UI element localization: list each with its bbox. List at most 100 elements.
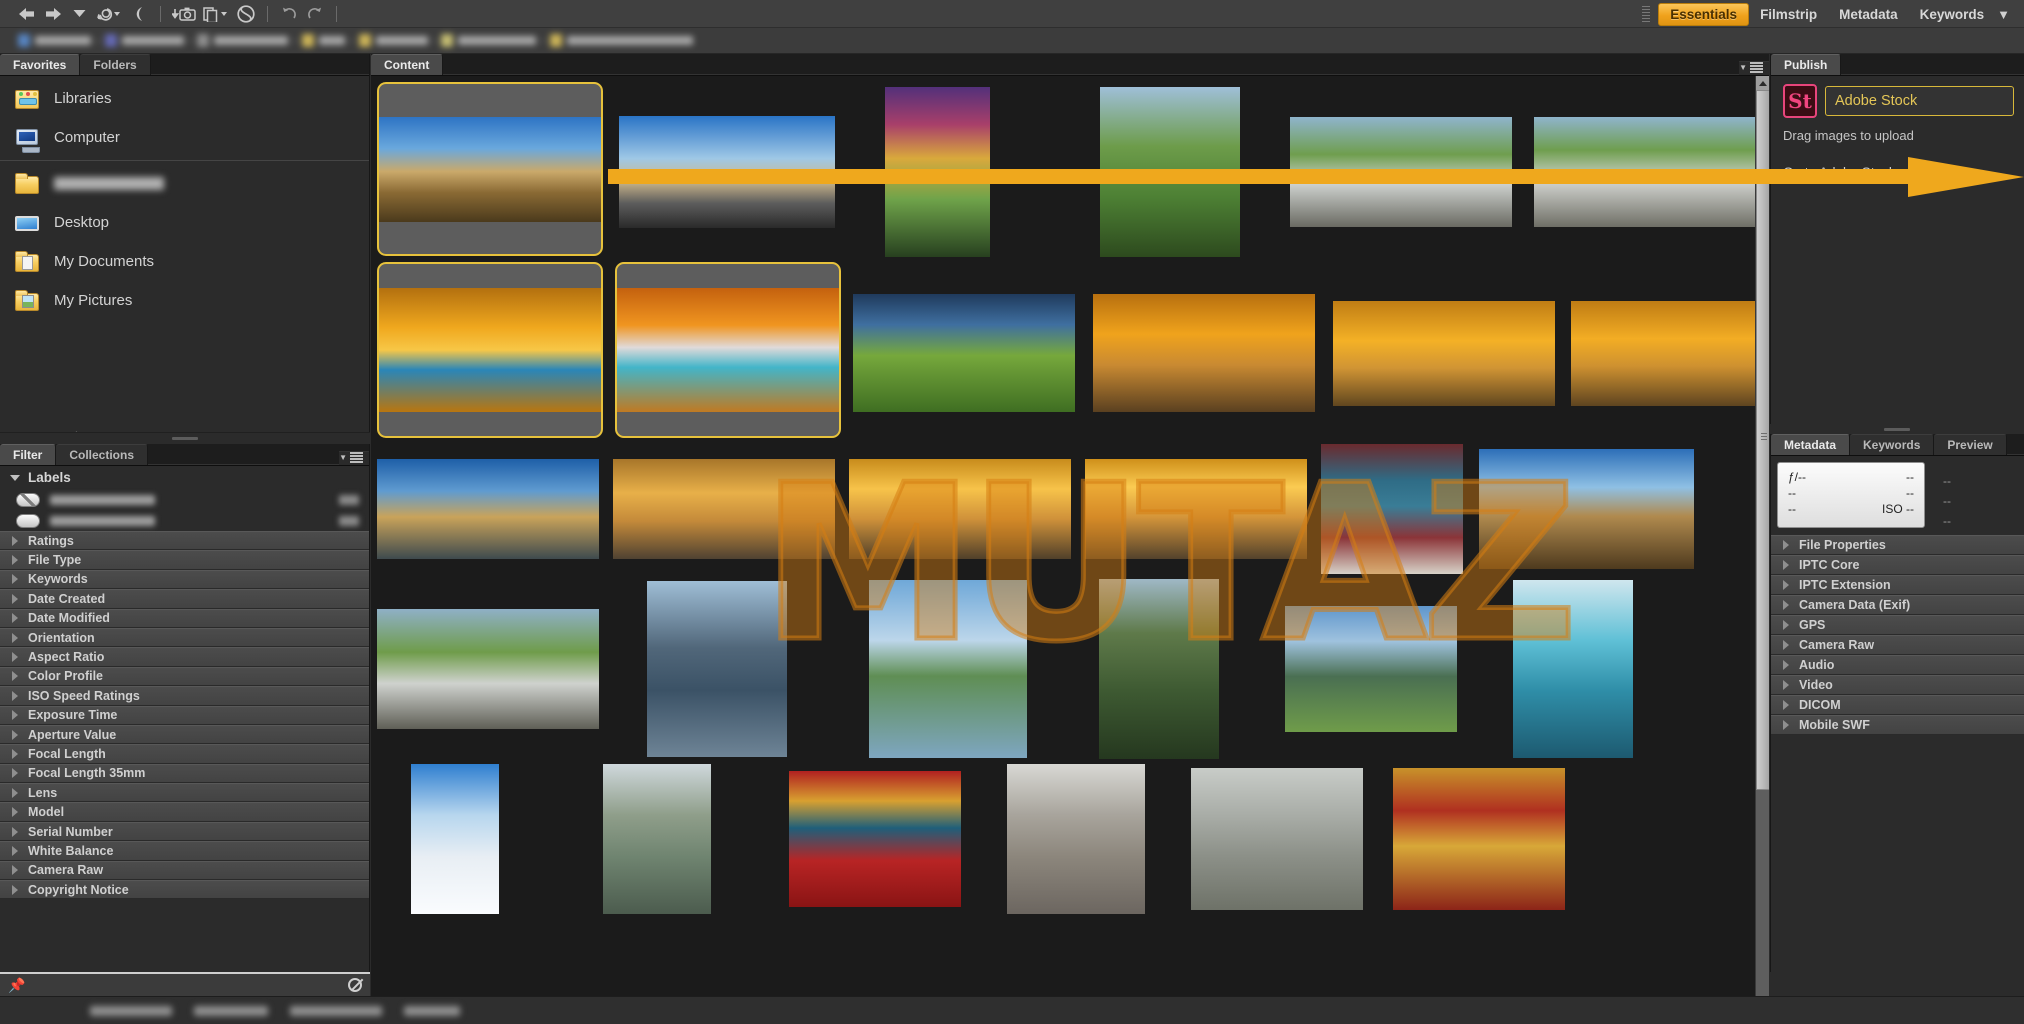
refine-dropdown-icon[interactable] <box>199 3 233 25</box>
filter-label-row[interactable] <box>0 510 369 531</box>
thumbnail-image[interactable] <box>1534 117 1756 227</box>
thumbnail-cell[interactable] <box>1093 262 1315 444</box>
thumbnail-image[interactable] <box>1085 459 1307 559</box>
right-panel-splitter[interactable] <box>1770 424 2024 434</box>
filter-category-file-type[interactable]: File Type <box>0 550 369 570</box>
thumbnail-image[interactable] <box>1285 606 1457 732</box>
thumbnail-cell[interactable] <box>1571 262 1769 444</box>
filter-category-keywords[interactable]: Keywords <box>0 569 369 590</box>
thumbnail-image[interactable] <box>789 771 961 907</box>
tab-folders[interactable]: Folders <box>80 54 151 75</box>
thumbnail-image[interactable] <box>1191 768 1363 910</box>
filter-category-copyright-notice[interactable]: Copyright Notice <box>0 880 369 900</box>
thumbnail-image[interactable] <box>1333 300 1555 406</box>
filter-category-exposure-time[interactable]: Exposure Time <box>0 705 369 725</box>
workspace-overflow-caret-icon[interactable]: ▼ <box>1997 7 2010 22</box>
thumbnail-image[interactable] <box>613 459 835 559</box>
filter-category-camera-raw[interactable]: Camera Raw <box>0 860 369 881</box>
tab-content[interactable]: Content <box>371 54 444 75</box>
filter-category-orientation[interactable]: Orientation <box>0 627 369 648</box>
filter-category-ratings[interactable]: Ratings <box>0 531 369 551</box>
get-photos-from-camera-icon[interactable] <box>169 3 199 25</box>
breadcrumb-item[interactable] <box>197 34 289 47</box>
go-to-adobe-stock-link[interactable]: Go to Adobe Stock <box>1771 143 1896 180</box>
thumbnail-image[interactable] <box>1093 294 1315 412</box>
clear-filter-icon[interactable] <box>348 978 362 992</box>
thumbnail-cell[interactable] <box>1321 444 1463 574</box>
adobe-stock-label[interactable]: Adobe Stock <box>1825 86 2014 116</box>
forward-arrow-icon[interactable] <box>40 3 66 25</box>
tab-filter[interactable]: Filter <box>0 444 57 465</box>
thumbnail-cell[interactable] <box>1007 764 1145 914</box>
thumbnail-image[interactable] <box>617 288 839 412</box>
thumbnail-image[interactable] <box>1571 300 1769 406</box>
tab-collections[interactable]: Collections <box>56 444 149 465</box>
tab-preview[interactable]: Preview <box>1934 434 2007 455</box>
thumbnail-image[interactable] <box>379 288 601 412</box>
filter-category-white-balance[interactable]: White Balance <box>0 841 369 861</box>
thumbnail-image[interactable] <box>1007 764 1145 914</box>
metadata-section-iptc-extension[interactable]: IPTC Extension <box>1771 575 2024 595</box>
boomerang-icon[interactable] <box>126 3 152 25</box>
content-vertical-scrollbar[interactable] <box>1755 76 1769 996</box>
thumbnail-image[interactable] <box>1100 87 1240 257</box>
breadcrumb-item[interactable] <box>104 34 184 47</box>
filter-category-focal-length-35mm[interactable]: Focal Length 35mm <box>0 763 369 784</box>
thumbnail-cell[interactable] <box>377 574 599 764</box>
thumbnail-cell[interactable] <box>1513 574 1633 764</box>
thumbnail-image[interactable] <box>1099 579 1219 759</box>
favorites-item-my-documents[interactable]: My Documents <box>0 242 369 281</box>
thumbnail-cell[interactable] <box>849 444 1071 574</box>
thumbnail-image[interactable] <box>1479 449 1694 569</box>
thumbnail-image[interactable] <box>1290 117 1512 227</box>
filter-category-model[interactable]: Model <box>0 802 369 822</box>
thumbnail-cell[interactable] <box>1191 764 1363 914</box>
scrollbar-thumb[interactable] <box>1756 90 1769 790</box>
thumbnail-cell[interactable] <box>377 82 603 256</box>
recent-dropdown-icon[interactable] <box>66 3 92 25</box>
adobe-stock-row[interactable]: St Adobe Stock <box>1771 76 2024 118</box>
workspace-grip-icon[interactable] <box>1642 6 1651 22</box>
filter-panel-menu[interactable]: ▼ <box>339 451 369 465</box>
thumbnail-grid[interactable] <box>371 76 1769 996</box>
thumbnail-cell[interactable] <box>377 444 599 574</box>
thumbnail-cell[interactable] <box>647 574 787 764</box>
filter-label-row[interactable] <box>0 489 369 510</box>
thumbnail-cell[interactable] <box>1534 82 1756 262</box>
thumbnail-cell[interactable] <box>1290 82 1512 262</box>
filter-category-focal-length[interactable]: Focal Length <box>0 744 369 764</box>
filter-category-date-modified[interactable]: Date Modified <box>0 608 369 628</box>
thumbnail-cell[interactable] <box>619 82 835 262</box>
rotate-counterclockwise-icon[interactable] <box>276 3 302 25</box>
metadata-section-video[interactable]: Video <box>1771 675 2024 695</box>
metadata-section-dicom[interactable]: DICOM <box>1771 695 2024 715</box>
breadcrumb-item[interactable] <box>18 34 91 47</box>
thumbnail-cell[interactable] <box>869 574 1027 764</box>
back-arrow-icon[interactable] <box>14 3 40 25</box>
breadcrumb-item[interactable] <box>358 34 428 47</box>
workspace-tab-essentials[interactable]: Essentials <box>1658 2 1750 26</box>
thumbnail-cell[interactable] <box>1333 262 1555 444</box>
thumbnail-image[interactable] <box>885 87 990 257</box>
thumbnail-image[interactable] <box>377 459 599 559</box>
thumbnail-image[interactable] <box>869 580 1027 758</box>
tab-publish[interactable]: Publish <box>1771 54 1842 75</box>
breadcrumb-item[interactable] <box>550 34 694 47</box>
thumbnail-cell[interactable] <box>789 764 961 914</box>
favorites-item-libraries[interactable]: Libraries <box>0 79 369 118</box>
filter-labels-header[interactable]: Labels <box>0 466 369 489</box>
thumbnail-image[interactable] <box>1393 768 1565 910</box>
thumbnail-cell[interactable] <box>615 262 841 438</box>
metadata-section-file-properties[interactable]: File Properties <box>1771 535 2024 555</box>
thumbnail-image[interactable] <box>849 459 1071 559</box>
favorites-item-user-folder[interactable] <box>0 164 369 203</box>
thumbnail-image[interactable] <box>603 764 711 914</box>
thumbnail-image[interactable] <box>647 581 787 757</box>
thumbnail-cell[interactable] <box>1085 444 1307 574</box>
thumbnail-cell[interactable] <box>411 764 499 914</box>
left-panel-splitter[interactable] <box>0 432 370 444</box>
metadata-section-audio[interactable]: Audio <box>1771 655 2024 675</box>
metadata-section-iptc-core[interactable]: IPTC Core <box>1771 555 2024 575</box>
breadcrumb-item[interactable] <box>302 34 346 47</box>
thumbnail-cell[interactable] <box>1099 574 1219 764</box>
